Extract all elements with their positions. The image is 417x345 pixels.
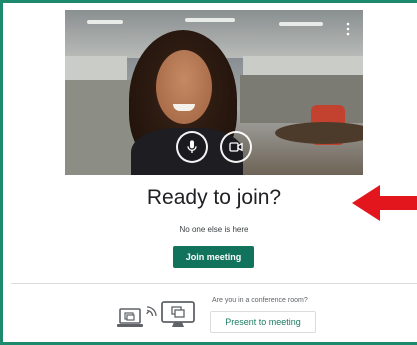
- office-window: [65, 56, 127, 82]
- camera-preview: [65, 10, 363, 175]
- conference-room-prompt: Are you in a conference room?: [212, 297, 308, 304]
- laptop-cast-icon: [117, 308, 143, 327]
- room-display-icon: [161, 301, 195, 327]
- camera-icon: [229, 142, 243, 152]
- more-vertical-icon[interactable]: [345, 22, 351, 36]
- present-to-meeting-button[interactable]: Present to meeting: [210, 311, 316, 333]
- cubicle-wall: [65, 80, 135, 175]
- participant-smile: [173, 104, 195, 111]
- ceiling-light: [87, 20, 123, 24]
- ceiling-light: [185, 18, 235, 22]
- microphone-icon: [187, 140, 197, 153]
- participant-face: [156, 50, 212, 124]
- cast-signal-icon: [146, 306, 157, 316]
- round-table: [275, 122, 363, 144]
- microphone-toggle-button[interactable]: [176, 131, 208, 163]
- participants-status: No one else is here: [179, 225, 249, 234]
- page-title: Ready to join?: [146, 186, 282, 209]
- divider: [11, 283, 417, 284]
- camera-toggle-button[interactable]: [220, 131, 252, 163]
- join-meeting-button[interactable]: Join meeting: [173, 246, 254, 268]
- red-arrow-icon: [352, 185, 417, 221]
- ceiling-light: [279, 22, 323, 26]
